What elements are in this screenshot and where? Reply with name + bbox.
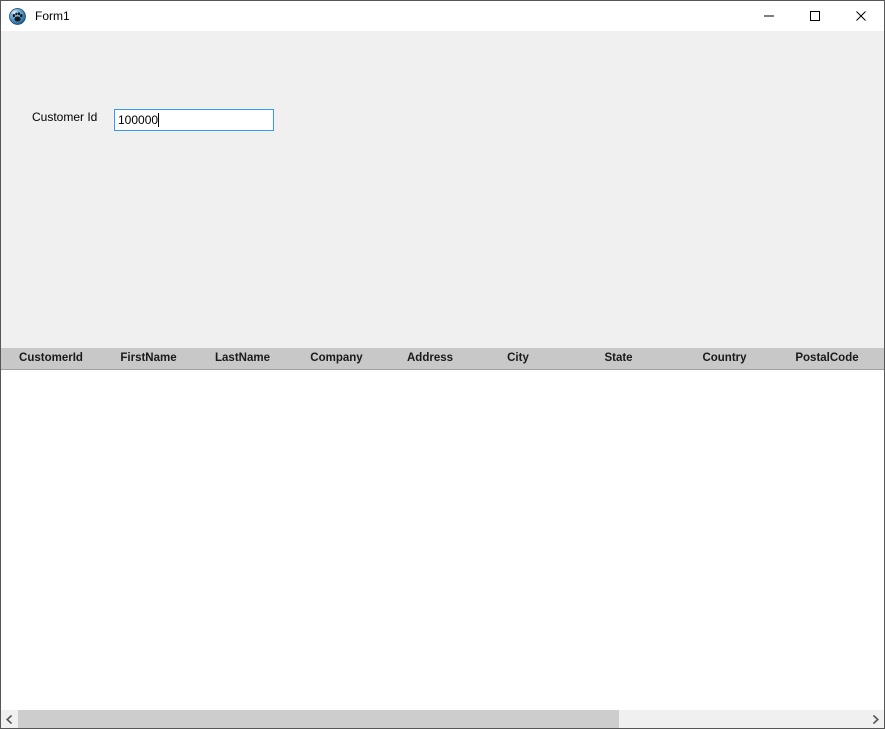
minimize-button[interactable] [746,1,792,31]
datagrid-header-cell[interactable]: LastName [196,348,289,369]
datagrid-header-cell[interactable]: FirstName [101,348,196,369]
chevron-right-icon [872,714,879,724]
close-button[interactable] [838,1,884,31]
scroll-track[interactable] [18,710,867,728]
caption-button-group [746,1,884,31]
app-paw-icon [9,7,26,25]
datagrid-header-cell[interactable]: State [560,348,677,369]
customers-datagrid[interactable]: CustomerId FirstName LastName Company Addres… [1,348,884,728]
close-icon [856,11,866,21]
customer-id-label: Customer Id [32,110,98,124]
scroll-right-button[interactable] [867,710,884,728]
form-window: Form1 Customer Id 100000 CustomerId Firs… [0,0,885,729]
form-client-area: Customer Id 100000 CustomerId FirstName La… [1,31,884,728]
text-caret [158,113,160,127]
title-bar: Form1 [1,1,884,31]
datagrid-header-cell[interactable]: Address [384,348,476,369]
datagrid-header-cell[interactable]: Company [289,348,384,369]
scroll-thumb[interactable] [18,710,619,728]
horizontal-scrollbar[interactable] [1,710,884,728]
chevron-left-icon [6,714,13,724]
customer-id-value: 100000 [118,113,159,127]
datagrid-header-cell[interactable]: City [476,348,560,369]
window-title: Form1 [35,9,70,23]
datagrid-header-cell[interactable]: P [882,348,884,369]
datagrid-header-cell[interactable]: CustomerId [1,348,101,369]
customer-id-input[interactable]: 100000 [114,109,274,131]
datagrid-header-cell[interactable]: Country [677,348,772,369]
datagrid-body[interactable] [1,370,884,706]
maximize-button[interactable] [792,1,838,31]
datagrid-header-row: CustomerId FirstName LastName Company Addres… [1,348,884,370]
datagrid-header-cell[interactable]: PostalCode [772,348,882,369]
maximize-icon [810,11,820,21]
scroll-left-button[interactable] [1,710,18,728]
minimize-icon [764,15,774,17]
